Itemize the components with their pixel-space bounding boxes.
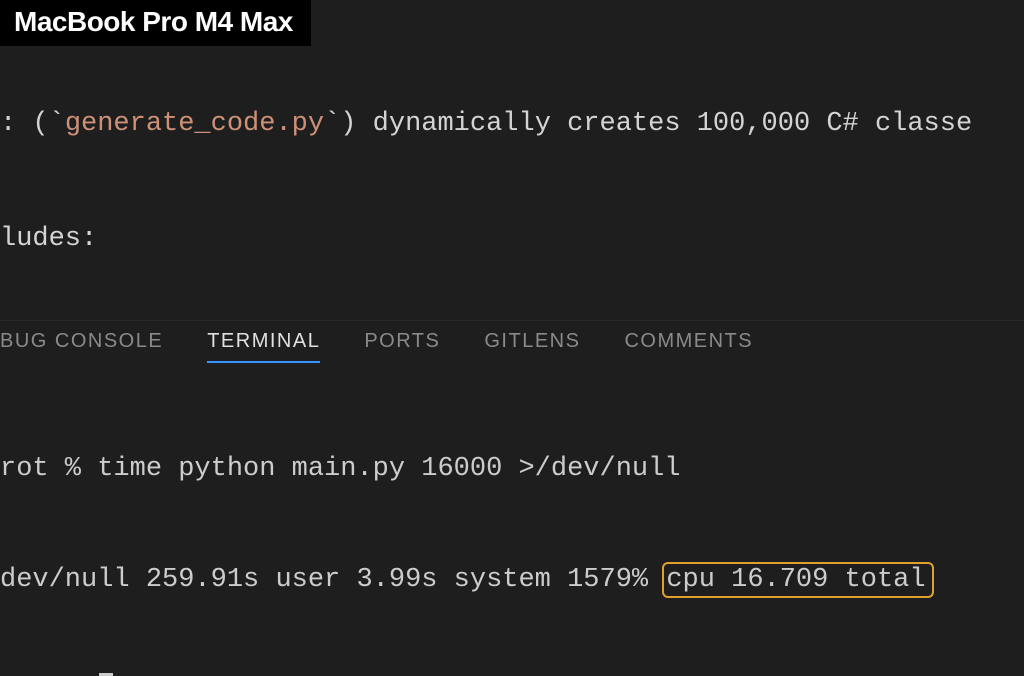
tab-terminal[interactable]: TERMINAL xyxy=(207,324,320,363)
overlay-title: MacBook Pro M4 Max xyxy=(14,6,293,37)
tab-debug-console[interactable]: BUG CONSOLE xyxy=(0,324,163,363)
tab-ports[interactable]: PORTS xyxy=(364,324,440,363)
terminal-line: rot % time python main.py 16000 >/dev/nu… xyxy=(0,451,1024,488)
terminal-output[interactable]: rot % time python main.py 16000 >/dev/nu… xyxy=(0,378,1024,676)
code-line: : (`generate_code.py`) dynamically creat… xyxy=(0,105,1024,143)
panel-tabs: BUG CONSOLE TERMINAL PORTS GITLENS COMME… xyxy=(0,320,1024,362)
tab-comments[interactable]: COMMENTS xyxy=(624,324,753,363)
terminal-prompt-line: rot % xyxy=(0,672,1024,676)
terminal-line: dev/null 259.91s user 3.99s system 1579%… xyxy=(0,562,1024,599)
code-line: ludes: xyxy=(0,220,1024,258)
filename-token: generate_code.py xyxy=(65,109,324,139)
tab-gitlens[interactable]: GITLENS xyxy=(484,324,580,363)
editor-area[interactable]: : (`generate_code.py`) dynamically creat… xyxy=(0,28,1024,310)
timing-highlight: cpu 16.709 total xyxy=(662,562,933,598)
overlay-badge: MacBook Pro M4 Max xyxy=(0,0,311,46)
